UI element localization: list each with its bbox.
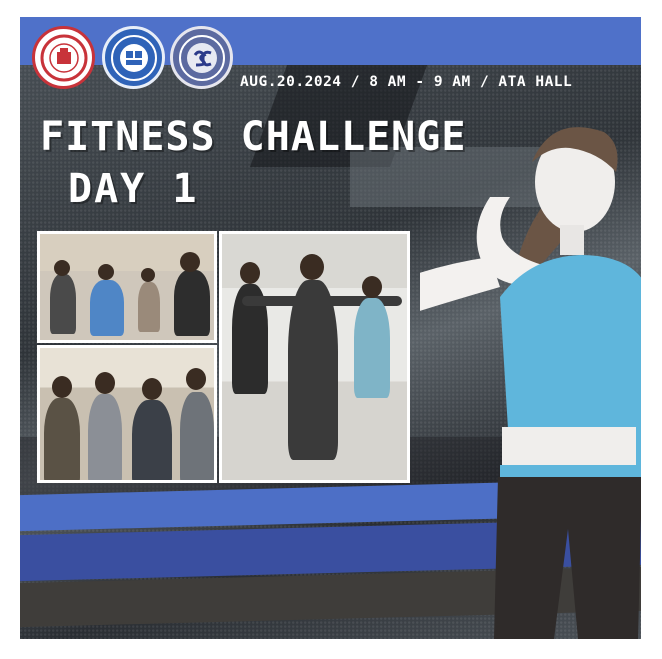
title-line-2: DAY 1: [68, 166, 199, 212]
university-seal-icon: [40, 34, 87, 81]
fitness-trainer-character: [420, 127, 641, 639]
council-seal-icon: [178, 34, 225, 81]
group-exercise-circle-photo: [37, 231, 217, 343]
title-line-1: FITNESS CHALLENGE: [40, 114, 467, 160]
university-seal-logo: [32, 26, 95, 89]
college-seal-logo: [102, 26, 165, 89]
council-seal-logo: [170, 26, 233, 89]
instructor-stretch-photo: [219, 231, 410, 483]
event-info: AUG.20.2024 / 8 AM - 9 AM / ATA HALL: [240, 74, 573, 90]
event-poster: AUG.20.2024 / 8 AM - 9 AM / ATA HALL FIT…: [20, 17, 641, 639]
college-seal-icon: [110, 34, 157, 81]
students-group-photo: [37, 345, 217, 483]
